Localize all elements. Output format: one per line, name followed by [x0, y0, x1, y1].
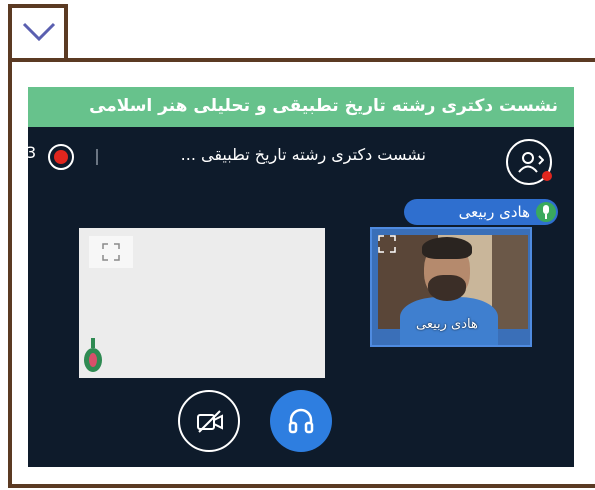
mic-icon	[543, 205, 549, 219]
notification-dot	[542, 171, 552, 181]
record-icon[interactable]	[48, 144, 74, 170]
active-speaker-badge: هادی ربیعی	[404, 199, 558, 225]
screen-share-tile[interactable]	[79, 228, 325, 378]
expand-icon[interactable]	[378, 235, 396, 253]
meeting-topbar: 3 نشست دکتری رشته تاریخ تطبیقی ...	[28, 127, 574, 187]
meeting-screenshot: نشست دکتری رشته تاریخ تطبیقی و تحلیلی هن…	[28, 87, 574, 467]
headphones-icon	[288, 408, 314, 434]
speaker-name: هادی ربیعی	[458, 203, 530, 221]
participant-count-partial: 3	[28, 143, 37, 162]
camera-toggle-button[interactable]	[178, 390, 240, 452]
expand-icon	[102, 243, 120, 261]
camera-off-icon	[197, 410, 223, 433]
chevron-down-icon	[22, 22, 56, 42]
session-title: نشست دکتری رشته تاریخ تطبیقی ...	[180, 145, 426, 164]
audio-button[interactable]	[270, 390, 332, 452]
participant-hair	[422, 237, 472, 259]
participant-video-tile[interactable]: هادی ربیعی	[370, 227, 532, 347]
user-icon	[518, 152, 544, 173]
collapse-toggle[interactable]	[8, 4, 68, 60]
mic-badge	[536, 202, 556, 222]
divider	[96, 149, 98, 165]
participant-name: هادی ربیعی	[416, 317, 478, 332]
institution-logo	[84, 338, 102, 372]
participant-beard	[428, 275, 466, 301]
meeting-banner: نشست دکتری رشته تاریخ تطبیقی و تحلیلی هن…	[28, 87, 574, 127]
participants-button[interactable]	[506, 139, 552, 185]
expand-button[interactable]	[89, 236, 133, 268]
